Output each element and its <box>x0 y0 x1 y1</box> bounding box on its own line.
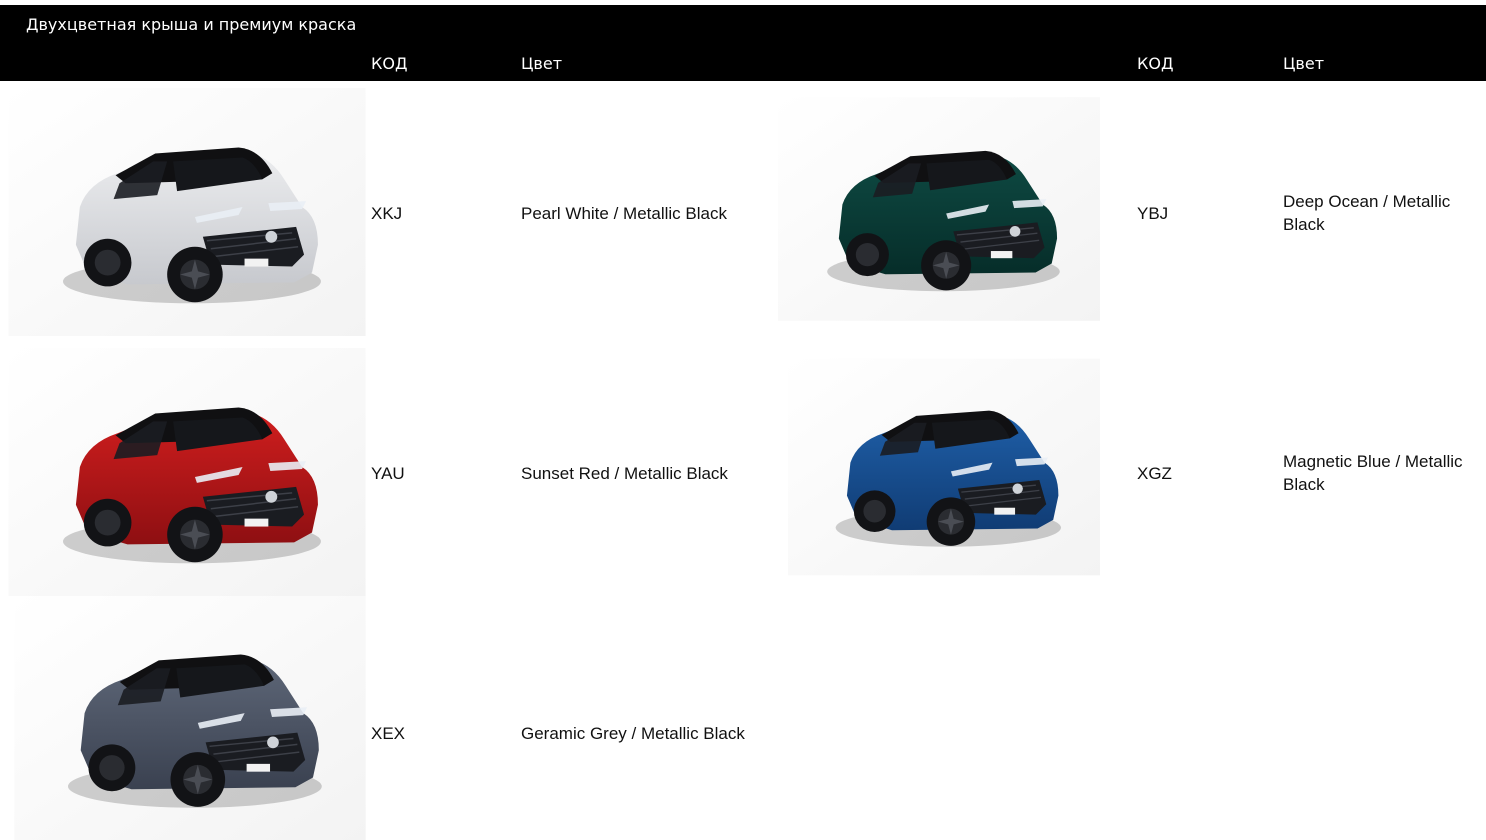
paint-code: YBJ <box>1137 204 1169 223</box>
paint-color-name: Deep Ocean / Metallic Black <box>1283 192 1451 234</box>
column-header-code-left: КОД <box>371 54 408 73</box>
car-image <box>14 596 366 840</box>
table-header: Двухцветная крыша и премиум краска КОД Ц… <box>0 5 1486 81</box>
paint-code: XGZ <box>1137 464 1172 483</box>
car-image <box>8 348 366 596</box>
paint-color-name: Sunset Red / Metallic Black <box>521 464 728 483</box>
car-image <box>8 88 366 336</box>
paint-color-name: Geramic Grey / Metallic Black <box>521 724 745 743</box>
car-image <box>778 88 1100 330</box>
section-title: Двухцветная крыша и премиум краска <box>26 15 357 34</box>
column-header-color-right: Цвет <box>1283 54 1325 73</box>
paint-code: YAU <box>371 464 405 483</box>
paint-color-name: Magnetic Blue / Metallic Black <box>1283 452 1463 494</box>
paint-code: XEX <box>371 724 406 743</box>
column-header-color-left: Цвет <box>521 54 563 73</box>
car-image <box>788 345 1100 589</box>
column-header-code-right: КОД <box>1137 54 1174 73</box>
paint-color-name: Pearl White / Metallic Black <box>521 204 727 223</box>
paint-code: XKJ <box>371 204 403 223</box>
